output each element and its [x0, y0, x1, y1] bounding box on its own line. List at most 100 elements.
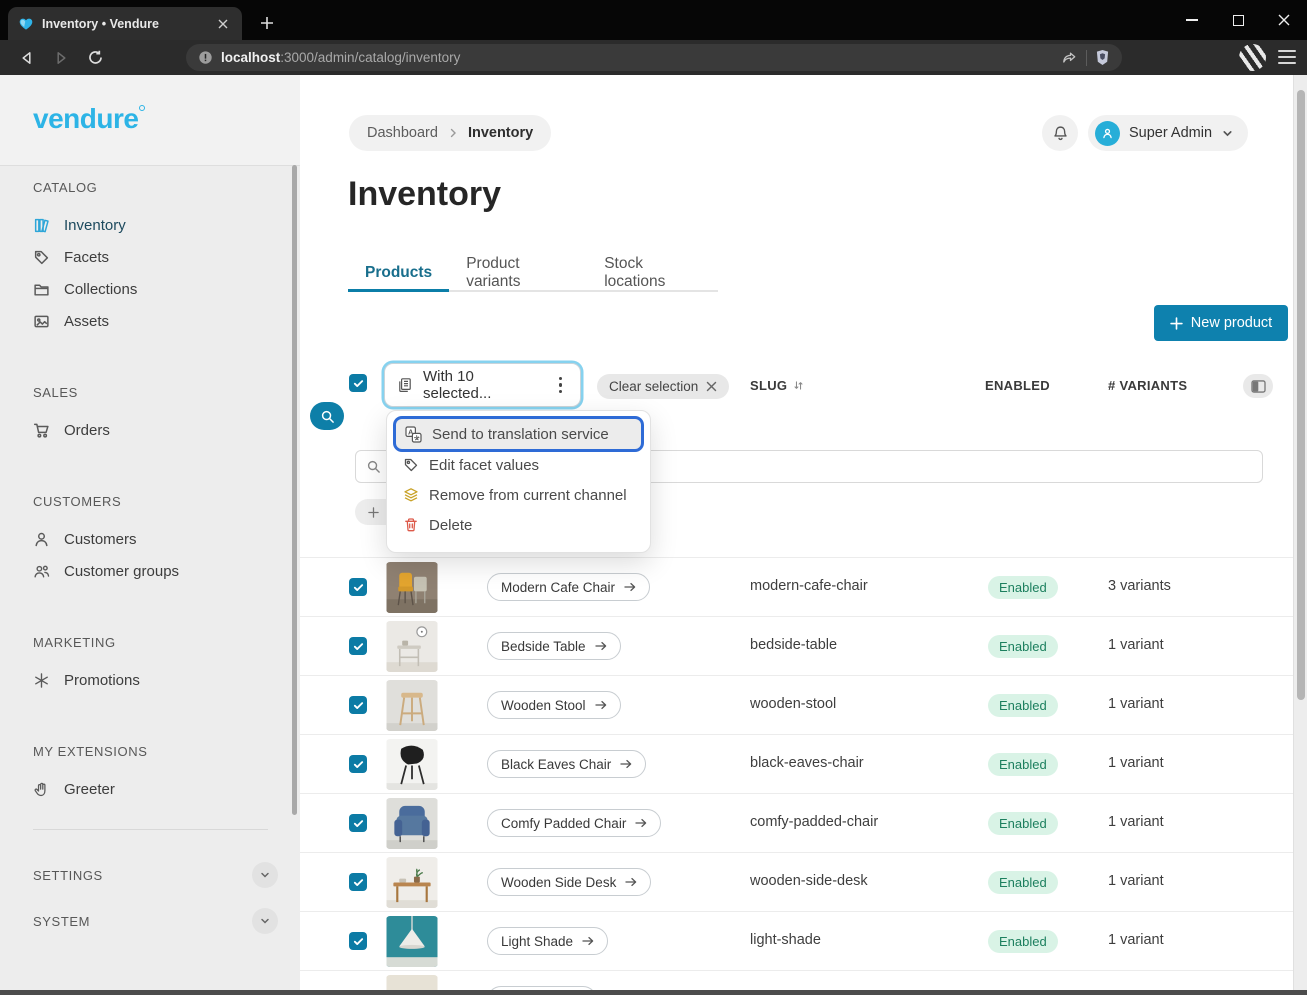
- variant-count: 1 variant: [1108, 755, 1164, 771]
- folder-icon: [33, 281, 50, 298]
- sidebar-section-system[interactable]: SYSTEM: [33, 898, 278, 944]
- row-checkbox[interactable]: [349, 637, 367, 655]
- breadcrumb[interactable]: Dashboard Inventory: [349, 115, 551, 151]
- sidebar-item-promotions[interactable]: Promotions: [33, 664, 283, 696]
- menu-item-delete[interactable]: Delete: [394, 510, 643, 540]
- browser-menu-icon[interactable]: [1277, 48, 1297, 66]
- menu-item-label: Send to translation service: [432, 426, 609, 443]
- sidebar-section-settings[interactable]: SETTINGS: [33, 852, 278, 898]
- browser-tab[interactable]: Inventory • Vendure: [8, 7, 242, 40]
- enabled-badge: Enabled: [988, 930, 1058, 953]
- sidebar-item-greeter[interactable]: Greeter: [33, 773, 283, 805]
- row-checkbox[interactable]: [349, 814, 367, 832]
- browser-profile-avatar[interactable]: [1239, 44, 1266, 71]
- tab-product-variants[interactable]: Product variants: [449, 257, 587, 292]
- notifications-button[interactable]: [1042, 115, 1078, 151]
- enabled-badge: Enabled: [988, 635, 1058, 658]
- tag-icon: [403, 457, 419, 473]
- window-close-button[interactable]: [1261, 0, 1307, 40]
- column-picker-button[interactable]: [1243, 374, 1273, 398]
- table-row[interactable]: Wooden Stool wooden-stool Enabled 1 vari…: [300, 675, 1293, 734]
- page-title: Inventory: [348, 175, 501, 214]
- nav-section-marketing: MARKETING Promotions: [33, 635, 300, 696]
- sidebar-item-assets[interactable]: Assets: [33, 305, 283, 337]
- product-slug: light-shade: [750, 932, 821, 948]
- main-scrollbar-thumb[interactable]: [1297, 90, 1305, 700]
- sidebar-item-customers[interactable]: Customers: [33, 523, 283, 555]
- row-checkbox[interactable]: [349, 696, 367, 714]
- table-row[interactable]: Bedside Table bedside-table Enabled 1 va…: [300, 616, 1293, 675]
- window-minimize-button[interactable]: [1169, 0, 1215, 40]
- share-icon[interactable]: [1060, 50, 1078, 66]
- tag-icon: [33, 249, 50, 266]
- window-maximize-button[interactable]: [1215, 0, 1261, 40]
- collapse-label: SYSTEM: [33, 914, 90, 929]
- back-button[interactable]: [12, 44, 42, 72]
- table-row[interactable]: Modern Cafe Chair modern-cafe-chair Enab…: [300, 557, 1293, 616]
- sidebar-item-collections[interactable]: Collections: [33, 273, 283, 305]
- kebab-menu-icon[interactable]: [553, 373, 568, 397]
- tab-products[interactable]: Products: [348, 257, 449, 292]
- url-bar[interactable]: localhost:3000/admin/catalog/inventory: [186, 44, 1122, 71]
- reload-button[interactable]: [80, 44, 110, 72]
- trash-icon: [403, 517, 419, 533]
- product-name-chip[interactable]: Modern Cafe Chair: [487, 573, 650, 601]
- clear-selection-chip[interactable]: Clear selection: [597, 374, 729, 399]
- column-header-variants: # VARIANTS: [1108, 378, 1187, 393]
- tab-stock-locations[interactable]: Stock locations: [587, 257, 718, 292]
- nav-section-label: MY EXTENSIONS: [33, 744, 300, 759]
- bulk-actions-label: With 10 selected...: [423, 368, 543, 402]
- clear-selection-label: Clear selection: [609, 379, 698, 394]
- brave-shield-icon[interactable]: [1095, 49, 1110, 66]
- sidebar: vendure CATALOG Inventory Facets Collect…: [0, 75, 300, 995]
- sidebar-item-label: Collections: [64, 281, 137, 298]
- menu-item-edit-facet-values[interactable]: Edit facet values: [394, 450, 643, 480]
- table-row[interactable]: Light Shade light-shade Enabled 1 varian…: [300, 911, 1293, 970]
- sidebar-item-label: Facets: [64, 249, 109, 266]
- chevron-down-icon[interactable]: [252, 908, 278, 934]
- table-row[interactable]: Wooden Side Desk wooden-side-desk Enable…: [300, 852, 1293, 911]
- site-info-icon[interactable]: [198, 50, 213, 65]
- nav-section-label: MARKETING: [33, 635, 300, 650]
- row-checkbox[interactable]: [349, 578, 367, 596]
- chevron-down-icon[interactable]: [252, 862, 278, 888]
- menu-item-send-to-translation[interactable]: A Send to translation service: [396, 419, 641, 449]
- chevron-down-icon: [1221, 127, 1234, 140]
- select-all-checkbox[interactable]: [349, 374, 367, 392]
- bulk-actions-button[interactable]: With 10 selected...: [384, 363, 581, 407]
- main-scrollbar-track[interactable]: [1293, 75, 1307, 995]
- product-name-chip[interactable]: Bedside Table: [487, 632, 621, 660]
- search-toggle-button[interactable]: [310, 402, 344, 430]
- new-product-button[interactable]: New product: [1154, 305, 1288, 341]
- sort-icon[interactable]: [792, 379, 805, 392]
- browser-window: Inventory • Vendure localhost:3000/admin: [0, 0, 1307, 995]
- table-row[interactable]: Comfy Padded Chair comfy-padded-chair En…: [300, 793, 1293, 852]
- user-menu[interactable]: Super Admin: [1088, 115, 1248, 151]
- close-icon[interactable]: [706, 381, 717, 392]
- sidebar-item-facets[interactable]: Facets: [33, 241, 283, 273]
- sidebar-item-inventory[interactable]: Inventory: [33, 209, 283, 241]
- product-name-chip[interactable]: Black Eaves Chair: [487, 750, 646, 778]
- breadcrumb-dashboard[interactable]: Dashboard: [367, 125, 438, 141]
- product-name-chip[interactable]: Comfy Padded Chair: [487, 809, 661, 837]
- page-tabs: Products Product variants Stock location…: [348, 257, 718, 292]
- row-checkbox[interactable]: [349, 932, 367, 950]
- table-row[interactable]: Black Eaves Chair black-eaves-chair Enab…: [300, 734, 1293, 793]
- menu-item-remove-from-channel[interactable]: Remove from current channel: [394, 480, 643, 510]
- sidebar-item-customer-groups[interactable]: Customer groups: [33, 555, 283, 587]
- plus-icon: [368, 507, 379, 518]
- row-checkbox[interactable]: [349, 755, 367, 773]
- product-name-chip[interactable]: Wooden Stool: [487, 691, 621, 719]
- column-header-slug[interactable]: SLUG: [750, 378, 805, 393]
- tab-close-icon[interactable]: [214, 15, 232, 33]
- product-slug: black-eaves-chair: [750, 755, 864, 771]
- product-name-chip[interactable]: Wooden Side Desk: [487, 868, 651, 896]
- row-checkbox[interactable]: [349, 873, 367, 891]
- product-name-chip[interactable]: Light Shade: [487, 927, 608, 955]
- new-tab-button[interactable]: [256, 12, 278, 34]
- sidebar-item-orders[interactable]: Orders: [33, 414, 283, 446]
- sidebar-scrollbar[interactable]: [292, 165, 297, 815]
- forward-button[interactable]: [46, 44, 76, 72]
- arrow-right-icon: [625, 877, 637, 887]
- browser-titlebar: Inventory • Vendure: [0, 0, 1307, 40]
